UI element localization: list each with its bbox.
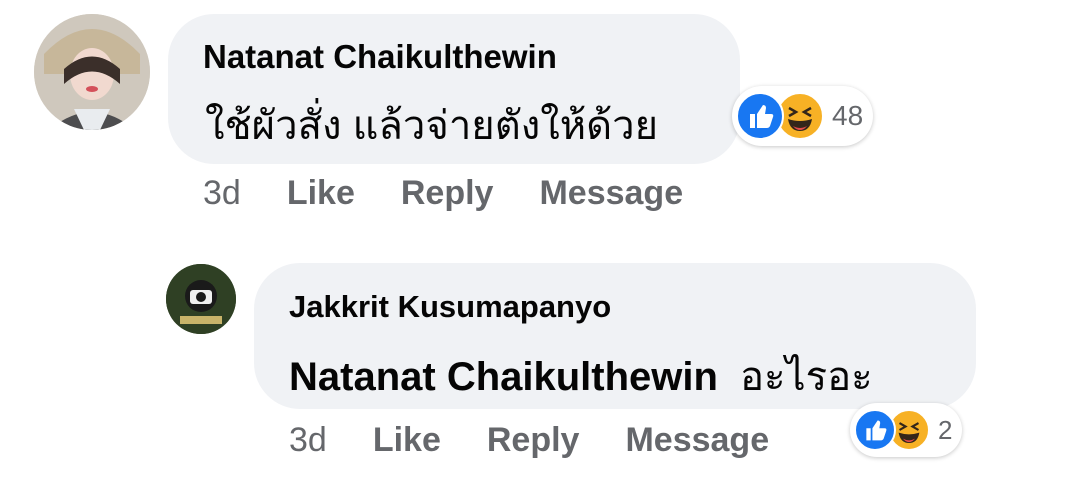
- comment-text: Natanat Chaikulthewin อะไรอะ: [289, 344, 873, 408]
- reaction-count: 48: [832, 100, 864, 131]
- reaction-summary[interactable]: 48: [732, 86, 874, 146]
- avatar[interactable]: [166, 264, 236, 334]
- like-icon: [854, 409, 896, 451]
- comment-text: ใช้ผัวสั่ง แล้วจ่ายตังให้ด้วย: [205, 104, 659, 148]
- reply-button[interactable]: Reply: [401, 174, 494, 213]
- like-button[interactable]: Like: [373, 421, 441, 460]
- reply-button[interactable]: Reply: [487, 421, 580, 460]
- reaction-count: 2: [938, 414, 953, 445]
- comment-author[interactable]: Jakkrit Kusumapanyo: [289, 289, 611, 325]
- comment-author[interactable]: Natanat Chaikulthewin: [203, 38, 557, 76]
- comment-time[interactable]: 3d: [289, 421, 327, 460]
- comment-time[interactable]: 3d: [203, 174, 241, 213]
- comment-body: อะไรอะ: [739, 355, 873, 399]
- like-icon: [736, 92, 784, 140]
- comment-actions: 3d Like Reply Message: [289, 421, 815, 460]
- like-button[interactable]: Like: [287, 174, 355, 213]
- message-button[interactable]: Message: [539, 174, 683, 213]
- comment-actions: 3d Like Reply Message: [203, 174, 729, 213]
- mention-link[interactable]: Natanat Chaikulthewin: [289, 355, 718, 399]
- avatar[interactable]: [34, 14, 150, 130]
- reaction-summary[interactable]: 2: [850, 403, 963, 457]
- message-button[interactable]: Message: [625, 421, 769, 460]
